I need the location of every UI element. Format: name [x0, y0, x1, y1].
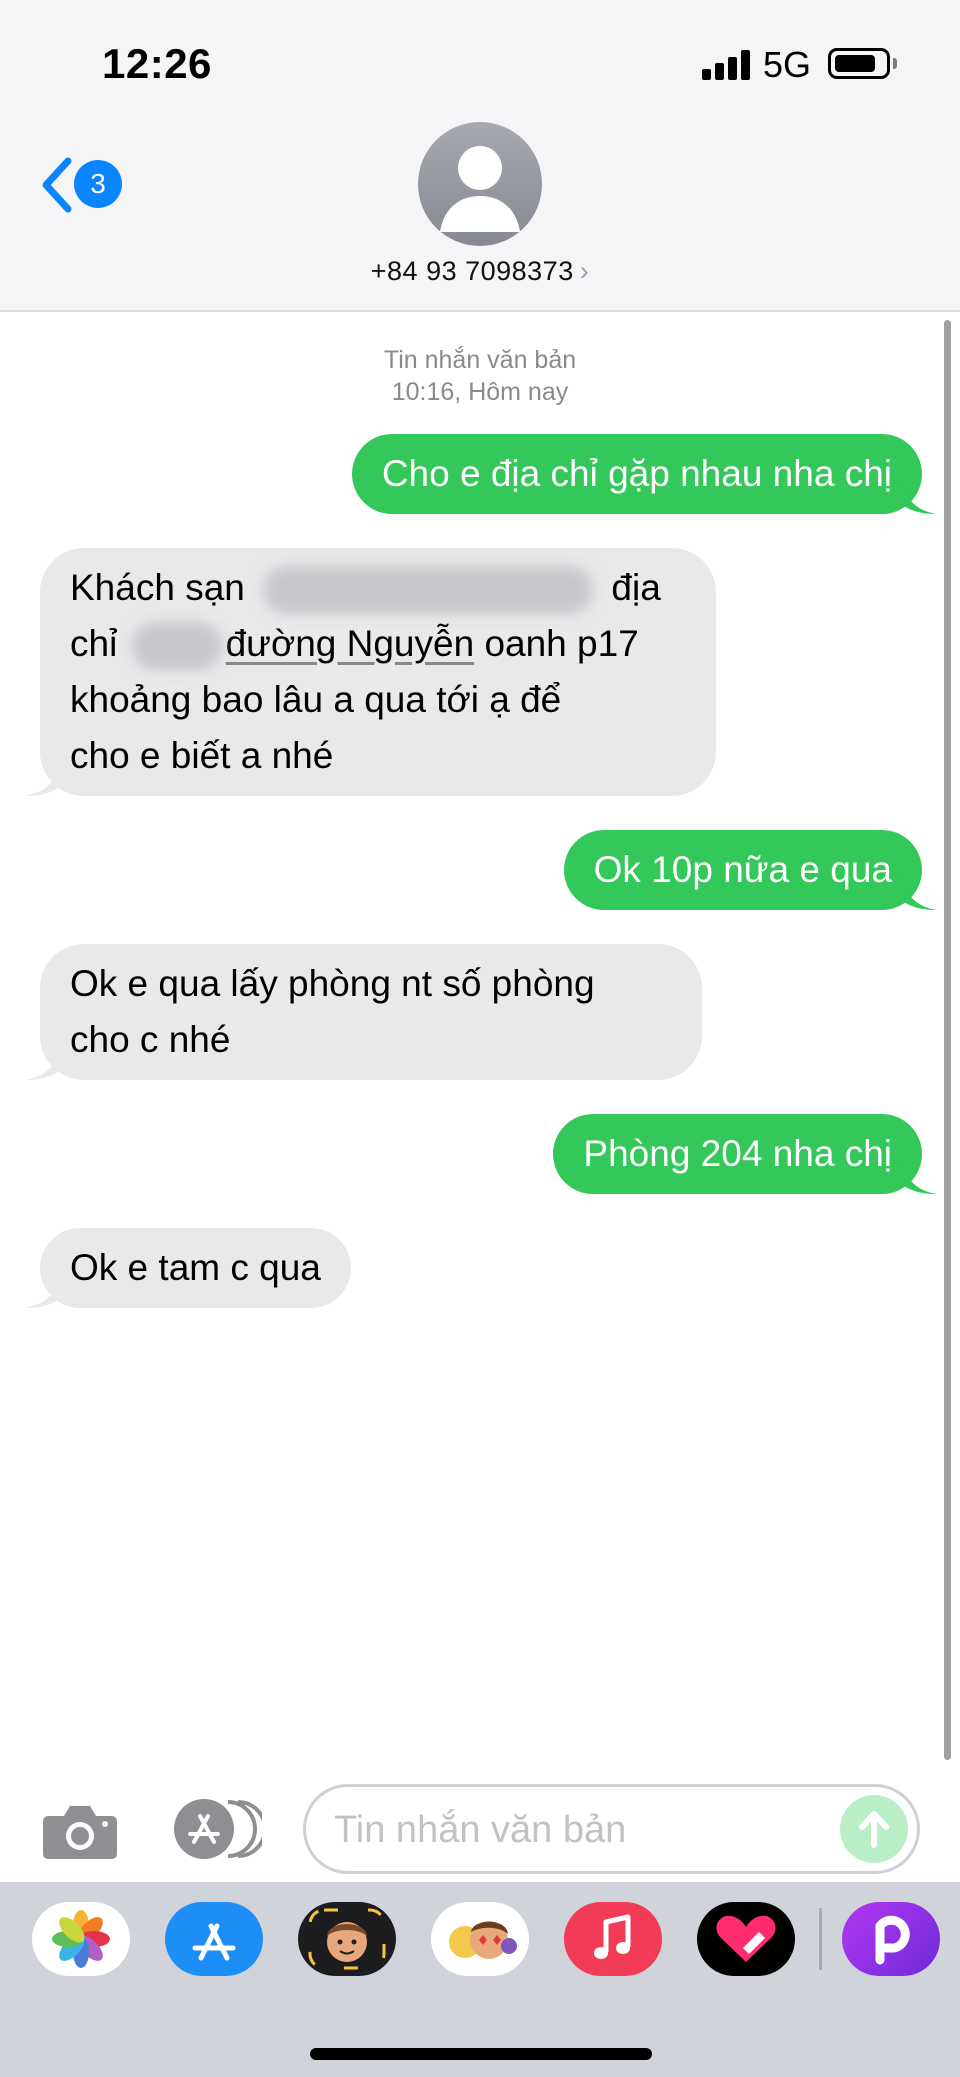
chevron-left-icon [42, 157, 72, 213]
conversation-header: 12:26 5G 3 +84 93 7098373 › [0, 0, 960, 312]
message-text: Khách sạn [70, 567, 245, 608]
outgoing-message-bubble[interactable]: Phòng 204 nha chị [553, 1114, 936, 1194]
camera-icon [43, 1806, 117, 1859]
message-input[interactable] [334, 1801, 814, 1859]
battery-cap [893, 58, 897, 69]
message-text: Ok e tam c qua [70, 1247, 321, 1288]
message-line: chỉ đường Nguyễn oanh p17 [70, 616, 686, 672]
arrow-up-icon [859, 1811, 889, 1848]
message-text: địa [611, 567, 661, 608]
send-button[interactable] [840, 1795, 908, 1863]
app-drawer [0, 1882, 960, 2077]
contact-number[interactable]: +84 93 7098373 › [0, 256, 960, 287]
incoming-message-bubble[interactable]: Khách sạn địa chỉ đường Nguyễn oanh p17 … [26, 548, 716, 796]
status-time: 12:26 [102, 40, 212, 87]
bubble-tail [26, 1046, 60, 1080]
contact-avatar[interactable] [418, 122, 542, 246]
message-text: Cho e địa chỉ gặp nhau nha chị [381, 453, 892, 494]
outgoing-message-bubble[interactable]: Ok 10p nữa e qua [563, 830, 936, 910]
message-list[interactable]: Tin nhắn văn bản 10:16, Hôm nay Cho e đị… [0, 312, 960, 1772]
music-icon[interactable] [564, 1902, 662, 1976]
incoming-message-bubble[interactable]: Ok e tam c qua [26, 1228, 351, 1308]
chevron-right-icon: › [579, 256, 590, 286]
home-indicator[interactable] [310, 2048, 652, 2060]
message-input-field[interactable] [303, 1784, 920, 1874]
message-text: khoảng bao lâu a qua tới ạ để [70, 679, 562, 720]
cellular-signal-icon [702, 50, 752, 80]
message-timestamp: 10:16, Hôm nay [391, 378, 569, 406]
bubble-tail [902, 1160, 936, 1194]
message-text: Ok 10p nữa e qua [593, 849, 892, 890]
message-text: chỉ [70, 623, 118, 664]
app-store-button[interactable] [168, 1798, 267, 1860]
camera-button[interactable] [42, 1802, 118, 1860]
fitness-heart-icon[interactable] [697, 1902, 795, 1976]
network-type: 5G [763, 44, 812, 85]
animoji-stickers-icon[interactable] [431, 1902, 529, 1976]
bubble-tail [26, 1274, 60, 1308]
incoming-message-bubble[interactable]: Ok e qua lấy phòng nt số phòng cho c nhé [26, 944, 702, 1080]
status-bar: 12:26 5G [0, 0, 960, 120]
back-button[interactable]: 3 [38, 152, 128, 218]
apps-icon [174, 1799, 267, 1859]
battery-icon [828, 48, 890, 79]
message-text: cho c nhé [70, 1019, 231, 1060]
message-text: Ok e qua lấy phòng nt số phòng [70, 963, 595, 1004]
scrollbar[interactable] [944, 320, 951, 1760]
message-text: oanh p17 [474, 623, 639, 664]
address-link[interactable]: đường Nguyễn [226, 623, 475, 664]
message-text: cho e biết a nhé [70, 735, 334, 776]
unread-count-badge: 3 [74, 160, 122, 208]
bubble-tail [902, 876, 936, 910]
photos-app-icon[interactable] [32, 1902, 130, 1976]
memoji-icon[interactable] [298, 1902, 396, 1976]
person-icon [440, 146, 520, 232]
redacted-street-number [131, 622, 222, 671]
bubble-tail [26, 762, 60, 796]
contact-number-text: +84 93 7098373 [370, 256, 574, 286]
drawer-divider [819, 1908, 822, 1970]
bubble-tail [902, 480, 936, 514]
app-store-icon[interactable] [165, 1902, 263, 1976]
outgoing-message-bubble[interactable]: Cho e địa chỉ gặp nhau nha chị [351, 434, 936, 514]
compose-bar [0, 1772, 960, 1882]
service-label: Tin nhắn văn bản [383, 346, 577, 374]
redacted-hotel-name [263, 566, 594, 615]
message-text: Phòng 204 nha chị [583, 1133, 892, 1174]
message-line: Khách sạn địa [70, 560, 686, 616]
picsart-icon[interactable] [842, 1902, 940, 1976]
